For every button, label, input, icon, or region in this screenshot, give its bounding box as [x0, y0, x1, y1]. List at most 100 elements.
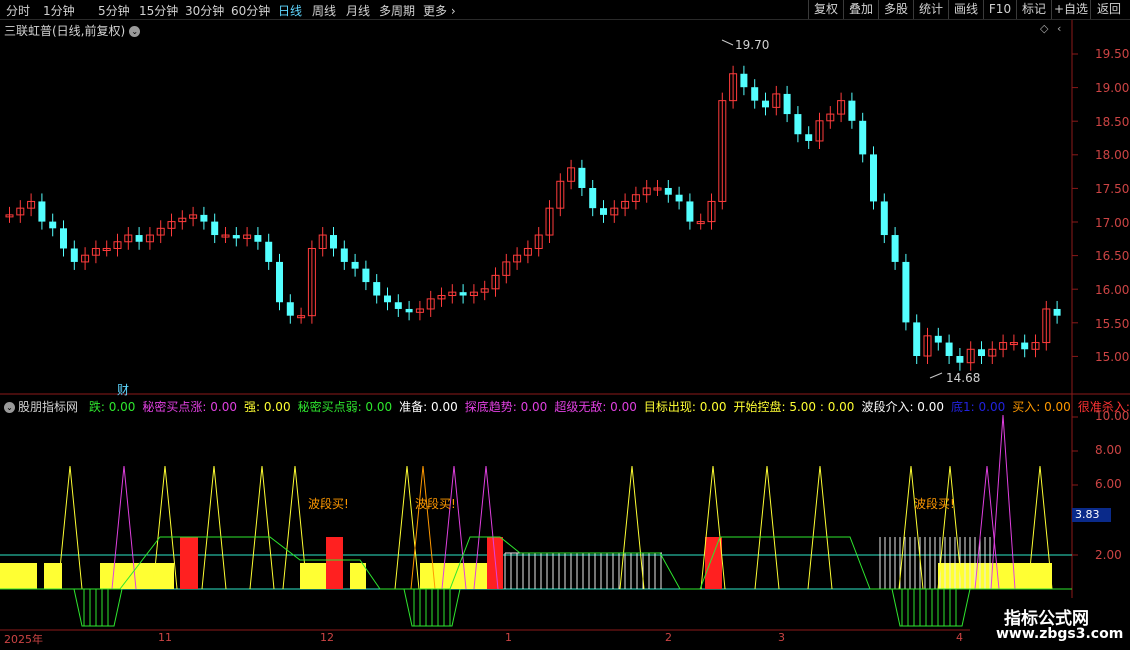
candle-body [751, 87, 759, 101]
indicator-value-2: 强: 0.00 [244, 400, 291, 414]
indicator-spike [754, 465, 780, 590]
candle-body [405, 308, 413, 313]
candle-body [870, 154, 877, 202]
candle-body [880, 201, 888, 236]
candle-body [330, 235, 337, 249]
indicator-tick: 6.00 [1095, 477, 1122, 491]
time-tick: 12 [320, 631, 334, 644]
candle-body [891, 235, 899, 262]
indicator-spike [249, 465, 275, 590]
candle-body [859, 120, 867, 155]
candle-body [38, 201, 46, 222]
low-marker-line [929, 372, 943, 379]
candle-body [254, 235, 262, 242]
candle-body [384, 295, 391, 303]
candle-body [135, 235, 143, 242]
indicator-name[interactable]: 股朋指标网 [18, 400, 78, 414]
candle-body [848, 100, 856, 121]
chevron-down-icon[interactable]: ⌄ [4, 402, 15, 413]
candle-body [373, 282, 381, 296]
indicator-bar-red [705, 537, 722, 589]
candle-body [794, 114, 802, 135]
watermark-url: www.zbgs3.com [996, 626, 1124, 642]
candle-body [686, 201, 694, 222]
time-tick: 1 [505, 631, 512, 644]
indicator-tick: 2.00 [1095, 548, 1122, 562]
indicator-bar-yellow [350, 563, 366, 589]
price-tick: 17.50 [1095, 182, 1130, 196]
indicator-value-11: 买入: 0.00 [1012, 400, 1071, 414]
candle-body [394, 302, 402, 309]
price-tick: 17.00 [1095, 216, 1130, 230]
candle-body [200, 214, 208, 222]
price-tick: 18.50 [1095, 115, 1130, 129]
time-tick: 4 [956, 631, 963, 644]
candle-body [913, 322, 921, 356]
price-tick: 16.00 [1095, 283, 1130, 297]
indicator-green-dip [891, 588, 971, 627]
candle-body [978, 349, 985, 356]
price-tick: 19.50 [1095, 47, 1130, 61]
indicator-value-3: 秘密买点弱: 0.00 [297, 400, 393, 414]
candle-body [783, 93, 791, 115]
band-buy-annotation: 波段买! [308, 497, 349, 511]
high-price-label: 19.70 [735, 38, 770, 52]
candle-body [675, 194, 683, 202]
price-tick: 16.50 [1095, 249, 1130, 263]
candle-body [459, 292, 467, 296]
candle-body [945, 342, 953, 356]
candle-body [60, 228, 67, 249]
time-tick: 2 [665, 631, 672, 644]
low-price-label: 14.68 [946, 371, 981, 385]
indicator-value-4: 准备: 0.00 [399, 400, 458, 414]
indicator-spike [898, 465, 924, 590]
indicator-bar-red [326, 537, 343, 589]
candle-body [286, 302, 294, 316]
indicator-spike [990, 414, 1016, 590]
indicator-bar-red [180, 537, 198, 589]
candle-body [362, 268, 370, 283]
indicator-value-9: 波段介入: 0.00 [861, 400, 945, 414]
candle-body [351, 261, 359, 269]
indicator-value-7: 目标出现: 0.00 [643, 400, 727, 414]
kline-chart[interactable] [0, 0, 1130, 650]
candle-body [276, 261, 283, 303]
candle-body [934, 335, 942, 343]
candle-body [805, 134, 813, 141]
candle-body [589, 188, 597, 209]
candle-body [70, 248, 78, 262]
band-buy-annotation: 波段买! [914, 497, 955, 511]
indicator-value-0: 跌: 0.00 [88, 400, 136, 414]
candle-body [600, 208, 607, 215]
indicator-spike [619, 465, 645, 590]
indicator-spike [394, 465, 420, 590]
candle-body [265, 241, 273, 262]
price-tick: 15.00 [1095, 350, 1130, 364]
indicator-green-dip [73, 588, 123, 627]
candle-body [740, 73, 748, 88]
indicator-value-6: 超级无敌: 0.00 [554, 400, 637, 414]
current-value-tag: 3.83 [1072, 508, 1111, 522]
finance-badge[interactable]: 财 [117, 381, 129, 398]
candle-body [1053, 308, 1061, 316]
candle-body [664, 188, 672, 195]
indicator-value-8: 开始控盘: 5.00 : 0.00 [733, 400, 855, 414]
candle-body [232, 235, 240, 239]
indicator-value-1: 秘密买点涨: 0.00 [142, 400, 237, 414]
candle-body [762, 100, 769, 108]
indicator-header: ⌄ 股朋指标网 跌: 0.00 秘密买点涨: 0.00 强: 0.00 秘密买点弱: 0… [4, 398, 1130, 415]
time-tick: 2025年 [4, 633, 43, 646]
indicator-spike [807, 465, 833, 590]
candle-body [211, 221, 219, 236]
price-tick: 18.00 [1095, 148, 1130, 162]
time-tick: 3 [778, 631, 785, 644]
candle-body [578, 167, 586, 188]
indicator-spike [201, 465, 227, 590]
candle-body [340, 248, 348, 262]
indicator-tick: 8.00 [1095, 443, 1122, 457]
indicator-value-10: 底1: 0.00 [951, 400, 1006, 414]
candle-body [1021, 342, 1029, 350]
price-tick: 15.50 [1095, 317, 1130, 331]
time-tick: 11 [158, 631, 172, 644]
band-buy-annotation: 波段买! [415, 497, 456, 511]
